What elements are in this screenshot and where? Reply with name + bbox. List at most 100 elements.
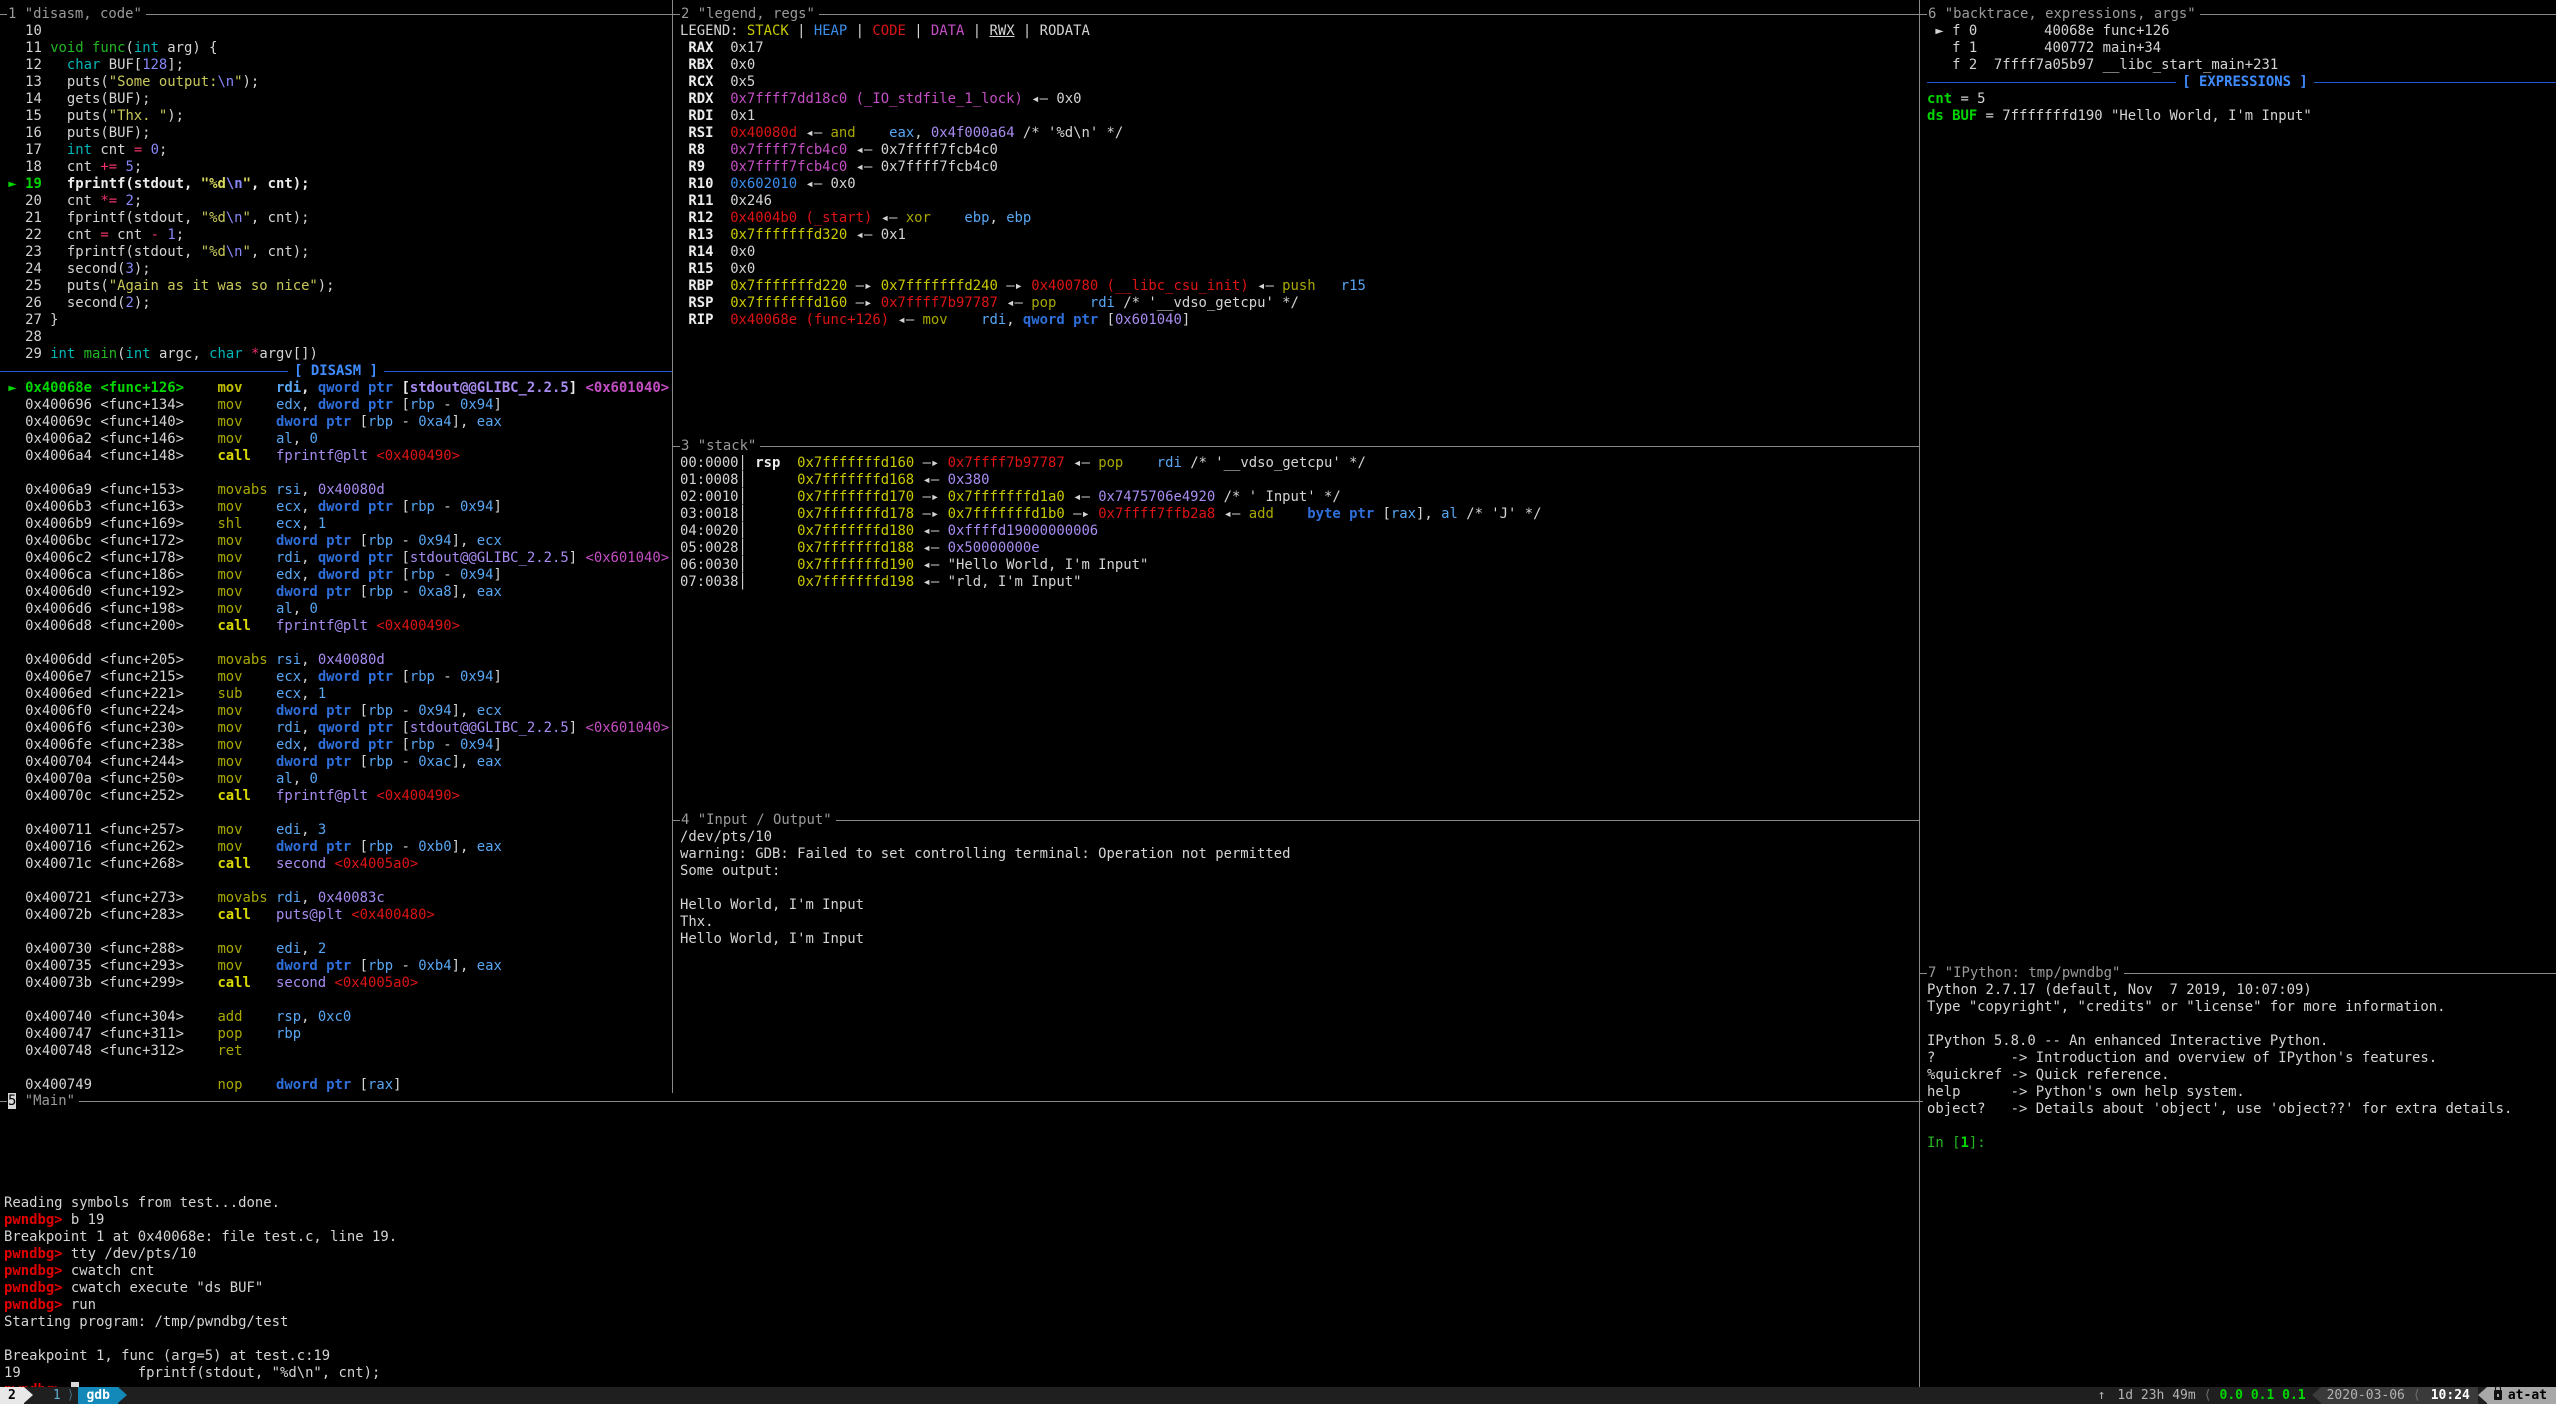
session-badge[interactable]: 2: [0, 1387, 24, 1404]
terminal-line: R13 0x7fffffffd320 ◂— 0x1: [680, 227, 1926, 244]
pane-ipython[interactable]: 7 "IPython: tmp/pwndbg" Python 2.7.17 (d…: [1920, 965, 2556, 1387]
terminal-line: Starting program: /tmp/pwndbg/test: [4, 1314, 1923, 1331]
terminal-line: [680, 880, 1926, 897]
pane-title-text: "stack": [698, 438, 757, 454]
terminal-line: [1927, 1118, 2556, 1135]
chevron-left-icon: ⟨: [2202, 1387, 2214, 1404]
terminal-line: 22 cnt = cnt - 1;: [0, 227, 672, 244]
window-index[interactable]: 1: [47, 1387, 67, 1404]
tmux-status-bar: 21⟩gdb ↑1d 23h 49m⟨0.0 0.1 0.12020-03-06…: [0, 1387, 2556, 1404]
terminal-line: [4, 1178, 1923, 1195]
terminal-line: [0, 873, 672, 890]
terminal-line: Hello World, I'm Input: [680, 931, 1926, 948]
terminal-line: Type "copyright", "credits" or "license"…: [1927, 999, 2556, 1016]
section-divider: [ EXPRESSIONS ]: [1927, 74, 2556, 91]
terminal-line: RAX 0x17: [680, 40, 1926, 57]
pane-number: 2: [681, 6, 689, 22]
terminal-line: Hello World, I'm Input: [680, 897, 1926, 914]
terminal-line: 02:0010│ 0x7fffffffd170 —▸ 0x7fffffffd1a…: [680, 489, 1926, 506]
terminal-line: 20 cnt *= 2;: [0, 193, 672, 210]
terminal-line: 0x4006fe <func+238> mov edx, dword ptr […: [0, 737, 672, 754]
terminal-line: 0x400716 <func+262> mov dword ptr [rbp -…: [0, 839, 672, 856]
pane-title-text: "legend, regs": [698, 6, 815, 22]
terminal-line: 16 puts(BUF);: [0, 125, 672, 142]
terminal-line: RBP 0x7fffffffd220 —▸ 0x7fffffffd240 —▸ …: [680, 278, 1926, 295]
ipython-lines: Python 2.7.17 (default, Nov 7 2019, 10:0…: [1927, 982, 2556, 1152]
terminal-line: 0x40072b <func+283> call puts@plt <0x400…: [0, 907, 672, 924]
uptime-value: 1d 23h 49m: [2111, 1387, 2201, 1404]
pane-number-active: 5: [8, 1093, 16, 1109]
terminal-line: 0x4006b9 <func+169> shl ecx, 1: [0, 516, 672, 533]
terminal-line: f 1 400772 main+34: [1927, 40, 2556, 57]
terminal-line: help -> Python's own help system.: [1927, 1084, 2556, 1101]
terminal-line: Some output:: [680, 863, 1926, 880]
terminal-line: 0x40073b <func+299> call second <0x4005a…: [0, 975, 672, 992]
terminal-line: 0x400721 <func+273> movabs rdi, 0x40083c: [0, 890, 672, 907]
terminal-line: 06:0030│ 0x7fffffffd190 ◂— "Hello World,…: [680, 557, 1926, 574]
powerline-arrow-icon: [118, 1387, 127, 1403]
pane-regs-title: 2 "legend, regs": [673, 6, 1926, 23]
pane-stack-title: 3 "stack": [673, 438, 1926, 455]
terminal-line: 27 }: [0, 312, 672, 329]
pane-registers[interactable]: 2 "legend, regs" LEGEND: STACK | HEAP | …: [673, 0, 1926, 444]
terminal-line: 0x400696 <func+134> mov edx, dword ptr […: [0, 397, 672, 414]
terminal-line: R15 0x0: [680, 261, 1926, 278]
status-right: ↑1d 23h 49m⟨0.0 0.1 0.12020-03-06⟨10:24a…: [2092, 1387, 2556, 1404]
chevron-right-icon: ⟩: [67, 1387, 79, 1404]
pane-border-vertical-left[interactable]: [672, 0, 673, 1093]
pane-disasm-code[interactable]: 1 "disasm, code" 10 11 void func(int arg…: [0, 0, 672, 1099]
status-left: 2 1⟩gdb: [0, 1387, 127, 1404]
terminal-line: 05:0028│ 0x7fffffffd188 ◂— 0x50000000e: [680, 540, 1926, 557]
terminal-line: 14 gets(BUF);: [0, 91, 672, 108]
terminal-line: f 2 7ffff7a05b97 __libc_start_main+231: [1927, 57, 2556, 74]
terminal-line: 15 puts("Thx. ");: [0, 108, 672, 125]
section-divider: [ DISASM ]: [0, 363, 672, 380]
terminal-line: 13 puts("Some output:\n");: [0, 74, 672, 91]
terminal-line: 03:0018│ 0x7fffffffd178 —▸ 0x7fffffffd1b…: [680, 506, 1926, 523]
terminal-line: R12 0x4004b0 (_start) ◂— xor ebp, ebp: [680, 210, 1926, 227]
gdb-console-lines: Reading symbols from test...done.pwndbg>…: [4, 1110, 1923, 1387]
status-clock: 10:24: [2423, 1387, 2478, 1404]
powerline-arrow-icon: [24, 1387, 33, 1403]
terminal-line: 01:0008│ 0x7fffffffd168 ◂— 0x380: [680, 472, 1926, 489]
terminal-line: 18 cnt += 5;: [0, 159, 672, 176]
pane-number: 7: [1928, 965, 1936, 981]
terminal-line: 0x4006d6 <func+198> mov al, 0: [0, 601, 672, 618]
pane-input-output[interactable]: 4 "Input / Output" /dev/pts/10warning: G…: [673, 812, 1926, 1093]
terminal-line: 00:0000│ rsp 0x7fffffffd160 —▸ 0x7ffff7b…: [680, 455, 1926, 472]
terminal-line: 0x40071c <func+268> call second <0x4005a…: [0, 856, 672, 873]
terminal-line: In [1]:: [1927, 1135, 2556, 1152]
terminal-line: 0x4006d8 <func+200> call fprintf@plt <0x…: [0, 618, 672, 635]
terminal-line: [4, 1161, 1923, 1178]
terminal-line: 04:0020│ 0x7fffffffd180 ◂— 0xffffd190000…: [680, 523, 1926, 540]
disasm-code-lines: 10 11 void func(int arg) { 12 char BUF[1…: [0, 23, 672, 1094]
terminal-line: 0x40070c <func+252> call fprintf@plt <0x…: [0, 788, 672, 805]
pane-border-vertical-right[interactable]: [1919, 0, 1920, 1387]
terminal-line: IPython 5.8.0 -- An enhanced Interactive…: [1927, 1033, 2556, 1050]
terminal-line: RIP 0x40068e (func+126) ◂— mov rdi, qwor…: [680, 312, 1926, 329]
hostname: at-at: [2508, 1388, 2547, 1403]
pane-title-text: "Input / Output": [698, 812, 832, 828]
terminal-line: 0x400740 <func+304> add rsp, 0xc0: [0, 1009, 672, 1026]
terminal-line: [4, 1144, 1923, 1161]
window-tab-gdb[interactable]: gdb: [78, 1387, 117, 1404]
pane-ipython-title: 7 "IPython: tmp/pwndbg": [1920, 965, 2556, 982]
pane-backtrace[interactable]: 6 "backtrace, expressions, args" ► f 0 4…: [1920, 0, 2556, 971]
terminal-line: 0x400748 <func+312> ret: [0, 1043, 672, 1060]
terminal-line: 0x4006bc <func+172> mov dword ptr [rbp -…: [0, 533, 672, 550]
terminal-line: RDX 0x7ffff7dd18c0 (_IO_stdfile_1_lock) …: [680, 91, 1926, 108]
terminal-line: [4, 1110, 1923, 1127]
terminal-line: RBX 0x0: [680, 57, 1926, 74]
terminal-line: 10: [0, 23, 672, 40]
terminal-line: 0x4006f0 <func+224> mov dword ptr [rbp -…: [0, 703, 672, 720]
terminal-line: 0x4006a2 <func+146> mov al, 0: [0, 431, 672, 448]
pane-main-console[interactable]: 5 "Main" Reading symbols from test...don…: [0, 1093, 1923, 1387]
uptime-icon: ↑: [2092, 1387, 2112, 1404]
pane-stack[interactable]: 3 "stack" 00:0000│ rsp 0x7fffffffd160 —▸…: [673, 438, 1926, 812]
powerline-arrow-icon: [2478, 1387, 2487, 1403]
terminal-line: ► f 0 40068e func+126: [1927, 23, 2556, 40]
pane-border: [673, 446, 1926, 447]
terminal-line: [4, 1127, 1923, 1144]
terminal-line: 0x400749 nop dword ptr [rax]: [0, 1077, 672, 1094]
terminal-line: ► 19 fprintf(stdout, "%d\n", cnt);: [0, 176, 672, 193]
